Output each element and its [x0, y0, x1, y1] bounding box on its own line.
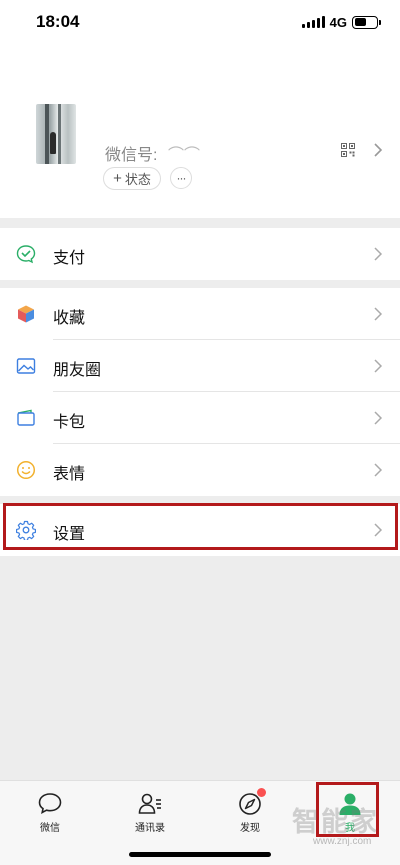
chevron-right-icon — [374, 359, 383, 373]
contacts-icon — [138, 793, 161, 814]
chevron-right-icon — [374, 411, 383, 425]
pay-icon — [16, 245, 36, 264]
smiley-icon — [16, 460, 36, 480]
battery-icon — [352, 15, 381, 29]
cube-icon — [18, 305, 34, 323]
stickers-label: 表情 — [53, 466, 86, 483]
menu-item-stickers[interactable]: 表情 — [0, 444, 400, 496]
chevron-right-icon — [374, 247, 383, 261]
more-button[interactable]: ··· — [170, 167, 192, 189]
cards-label: 卡包 — [53, 414, 86, 431]
settings-highlight-annotation — [3, 503, 398, 550]
menu-item-moments[interactable]: 朋友圈 — [0, 340, 400, 392]
favorites-label: 收藏 — [53, 310, 86, 327]
notification-badge — [257, 788, 266, 797]
tab-contacts[interactable]: 通讯录 — [120, 791, 180, 834]
watermark-url: www.znj.com — [313, 836, 372, 847]
moments-label: 朋友圈 — [53, 362, 102, 379]
tab-chats[interactable]: 微信 — [20, 791, 80, 834]
tab-label: 发现 — [240, 823, 260, 834]
watermark: 智能家 — [292, 807, 379, 837]
chevron-right-icon — [374, 463, 383, 477]
pay-label: 支付 — [53, 250, 86, 267]
menu-item-cards[interactable]: 卡包 — [0, 392, 400, 444]
qr-code-icon[interactable] — [341, 143, 355, 157]
avatar[interactable] — [36, 104, 76, 164]
home-indicator — [129, 852, 271, 857]
status-time: 18:04 — [36, 12, 80, 31]
wechat-id-label: 微信号: — [105, 147, 158, 164]
status-button-label: 状态 — [124, 172, 151, 187]
wechat-id-value: ⌒⌒ — [168, 147, 201, 164]
picture-icon — [16, 358, 36, 374]
plus-icon: + — [113, 170, 122, 187]
menu-item-favorites[interactable]: 收藏 — [0, 288, 400, 340]
wallet-icon — [17, 409, 35, 426]
status-bar: 18:04 4G — [0, 0, 400, 44]
signal-icon — [301, 16, 325, 28]
chat-bubble-icon — [38, 793, 62, 815]
tab-label: 微信 — [40, 823, 60, 834]
menu-item-pay[interactable]: 支付 — [0, 228, 400, 280]
chevron-right-icon — [374, 143, 383, 157]
tab-discover[interactable]: 发现 — [220, 788, 280, 834]
profile-section[interactable]: 微信号: ⌒⌒ + 状态 ··· — [0, 44, 400, 218]
chevron-right-icon — [374, 307, 383, 321]
add-status-button[interactable]: + 状态 — [103, 167, 161, 190]
status-indicators: 4G — [301, 14, 381, 30]
tab-label: 通讯录 — [135, 823, 165, 834]
network-type: 4G — [329, 14, 347, 30]
